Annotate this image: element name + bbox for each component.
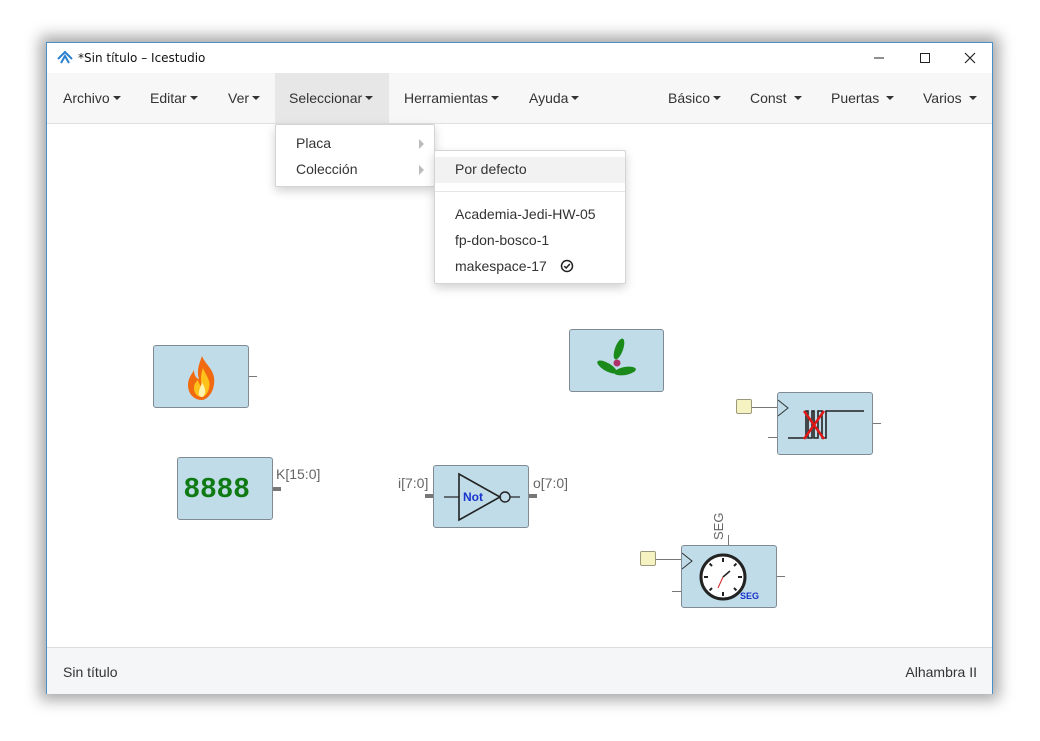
debounce-icon (778, 399, 864, 440)
icestudio-logo-icon (57, 50, 73, 64)
display-block[interactable]: 8888 (177, 457, 273, 520)
not-output-label: o[7:0] (533, 475, 569, 491)
menu-ver[interactable]: Ver (214, 73, 274, 123)
menu-ayuda[interactable]: Ayuda (515, 73, 593, 123)
menu-divider (435, 191, 625, 192)
menu-editar[interactable]: Editar (136, 73, 212, 123)
menu-item-placa[interactable]: Placa (296, 135, 331, 151)
menu-label: Seleccionar (289, 90, 363, 106)
menu-item-por-defecto[interactable]: Por defecto (455, 161, 527, 177)
menu-basico[interactable]: Básico (654, 73, 735, 123)
timer-top-label: SEG (711, 512, 726, 540)
menu-varios[interactable]: Varios (909, 73, 991, 123)
desktop: *Sin título – Icestudio Archivo Editar V… (0, 0, 1040, 741)
caret-down-icon (112, 96, 121, 100)
menu-label: Puertas (831, 90, 880, 106)
menu-const[interactable]: Const (736, 73, 816, 123)
debouncer-input-pin[interactable] (768, 437, 777, 438)
menu-label: Ver (228, 90, 250, 106)
fire-icon (188, 356, 215, 400)
minimize-icon (874, 57, 884, 59)
timer-input-pin[interactable] (672, 591, 681, 592)
menu-seleccionar[interactable]: Seleccionar (275, 73, 389, 123)
not-gate-text: Not (463, 490, 483, 504)
menu-label: Varios (923, 90, 962, 106)
app-window: *Sin título – Icestudio Archivo Editar V… (46, 42, 993, 694)
project-name: Sin título (63, 664, 118, 680)
menu-bar: Archivo Editar Ver Seleccionar Herramien… (47, 73, 992, 124)
collection-submenu: Por defecto Academia-Jedi-HW-05 fp-don-b… (434, 150, 626, 284)
not-output-pin[interactable] (529, 494, 537, 498)
not-gate-block[interactable]: Not (433, 465, 529, 528)
close-icon (964, 52, 976, 64)
debouncer-block[interactable] (777, 392, 873, 455)
menu-item-makespace[interactable]: makespace-17 (455, 258, 547, 274)
fire-output-pin[interactable] (249, 376, 257, 377)
menu-herramientas[interactable]: Herramientas (390, 73, 513, 123)
menu-label: Ayuda (529, 90, 569, 106)
status-bar: Sin título Alhambra II (47, 647, 992, 694)
debouncer-output-pin[interactable] (873, 423, 881, 424)
caret-down-icon (252, 96, 261, 100)
timer-top-pin[interactable] (728, 535, 729, 545)
display-output-label: K[15:0] (276, 466, 321, 482)
title-bar: *Sin título – Icestudio (47, 43, 992, 73)
clock-input[interactable] (736, 399, 752, 414)
submenu-arrow-icon (419, 139, 424, 149)
fan-icon (597, 338, 636, 376)
display-value: 8888 (184, 472, 251, 503)
clock-icon (682, 552, 747, 601)
debouncer-clock-wire (752, 407, 777, 408)
caret-down-icon (491, 96, 500, 100)
timer-output-pin[interactable] (777, 576, 785, 577)
caret-down-icon (968, 96, 977, 100)
menu-item-academia[interactable]: Academia-Jedi-HW-05 (455, 206, 596, 222)
menu-label: Básico (668, 90, 711, 106)
window-title: *Sin título – Icestudio (78, 51, 206, 65)
caret-down-icon (571, 96, 580, 100)
board-name[interactable]: Alhambra II (905, 664, 977, 680)
caret-down-icon (713, 96, 722, 100)
menu-archivo[interactable]: Archivo (49, 73, 135, 123)
menu-label: Editar (150, 90, 187, 106)
caret-down-icon (189, 96, 198, 100)
clock-input-2[interactable] (640, 551, 656, 566)
caret-down-icon (793, 96, 802, 100)
display-output-pin[interactable] (273, 487, 281, 491)
maximize-button[interactable] (902, 43, 948, 73)
select-dropdown: Placa Colección (275, 124, 435, 187)
check-circle-icon (560, 259, 574, 273)
submenu-arrow-icon (419, 165, 424, 175)
timer-block[interactable]: SEG (681, 545, 777, 608)
menu-item-fp-don-bosco[interactable]: fp-don-bosco-1 (455, 232, 549, 248)
not-input-label: i[7:0] (398, 475, 429, 491)
fire-block[interactable] (153, 345, 249, 408)
fan-block[interactable] (569, 329, 664, 392)
maximize-icon (920, 53, 930, 63)
menu-puertas[interactable]: Puertas (817, 73, 908, 123)
close-button[interactable] (947, 43, 993, 73)
menu-label: Const (750, 90, 787, 106)
timer-clock-wire (656, 559, 681, 560)
minimize-button[interactable] (856, 43, 902, 73)
caret-down-icon (365, 96, 374, 100)
menu-item-coleccion[interactable]: Colección (296, 161, 357, 177)
menu-label: Herramientas (404, 90, 489, 106)
not-input-pin[interactable] (425, 494, 433, 498)
timer-badge: SEG (740, 591, 760, 601)
menu-label: Archivo (63, 90, 110, 106)
caret-down-icon (886, 96, 895, 100)
